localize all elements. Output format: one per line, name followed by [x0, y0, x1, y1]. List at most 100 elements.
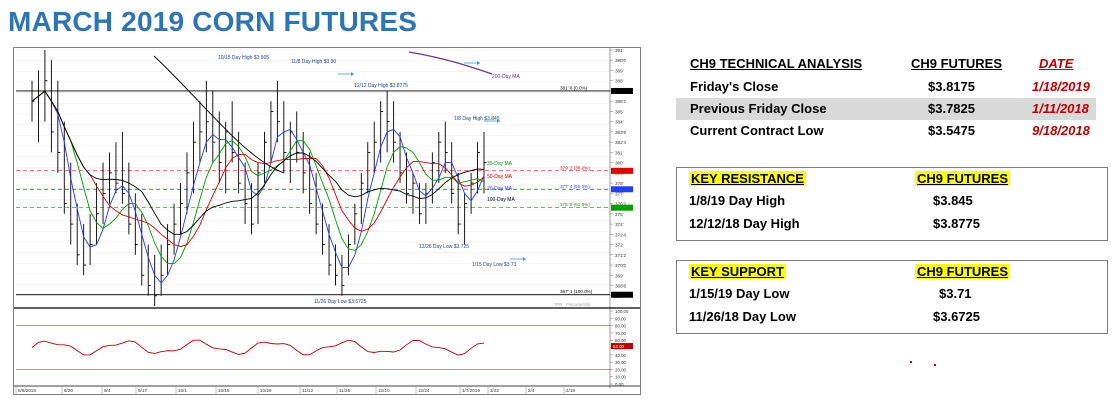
x-tick-label: 9/17	[138, 388, 147, 393]
ma-label: 35-Day MA	[487, 161, 513, 167]
price-tick-label: 381'	[615, 150, 624, 155]
price-tick-label: 368'6	[615, 284, 627, 289]
price-tick-label: 378'	[615, 181, 624, 186]
price-tick-label: 374'	[615, 222, 624, 227]
price-tick-label: 372'	[615, 243, 624, 248]
row-date: 1/11/2018	[1032, 101, 1089, 116]
ma-label: 50-Day MA	[487, 174, 513, 180]
annotation-arrow-head	[351, 72, 354, 76]
table-row: Previous Friday Close $3.7825 1/11/2018	[676, 98, 1096, 120]
table-row: 12/12/18 Day High $3.8775	[677, 213, 1105, 235]
annotation-arrow-head	[523, 257, 526, 261]
resistance-header: KEY RESISTANCE	[689, 171, 806, 186]
table-row: 11/26/18 Day Low $3.6725	[677, 306, 1105, 328]
price-tick-label: 369'	[615, 273, 624, 278]
row-label: 11/26/18 Day Low	[689, 309, 796, 324]
price-tick-label: 372'4	[615, 232, 627, 237]
price-tick-label: 375'	[615, 212, 624, 217]
annotation-label: 12/26 Day Low $3.725	[419, 244, 469, 250]
row-price: $3.6725	[933, 309, 980, 324]
col-header-futures: CH9 FUTURES	[911, 56, 1003, 71]
row-date: 1/18/2019	[1032, 79, 1090, 94]
row-price: $3.71	[939, 286, 972, 301]
row-label: Current Contract Low	[690, 123, 824, 138]
oscillator-value: 52.00	[613, 344, 625, 349]
technical-analysis-table: CH9 TECHNICAL ANALYSIS CH9 FUTURES DATE …	[676, 56, 1100, 146]
table-row: 1/15/19 Day Low $3.71	[677, 283, 1105, 305]
x-tick-label: 12/10	[378, 388, 390, 393]
price-tick-label: 386'2	[615, 99, 627, 104]
oscillator-tick-label: 40.00	[615, 353, 627, 358]
reference-marker	[611, 87, 633, 94]
annotation-label: 1/15 Day Low $3.71	[472, 262, 517, 268]
price-tick-label: 388'	[615, 79, 624, 84]
row-price: $3.8775	[933, 216, 980, 231]
x-tick-label: 12/24	[418, 388, 430, 393]
oscillator-tick-label: 80.00	[615, 324, 627, 329]
reference-marker	[611, 167, 633, 174]
table-row: Friday's Close $3.8175 1/18/2019	[690, 76, 1110, 98]
reference-line-label: 367' 1 (100.0%)	[560, 289, 593, 294]
reference-line-label: 381' 6 (0.0%)	[560, 85, 588, 90]
support-header: KEY SUPPORT	[689, 264, 786, 279]
oscillator-tick-label: 100.00	[615, 309, 629, 314]
table-row: 1/8/19 Day High $3.845	[677, 190, 1105, 212]
x-tick-label: 11/12	[302, 388, 314, 393]
reference-line-label: 377' 4 (50.0%)	[560, 184, 590, 189]
price-tick-label: 390'0	[615, 58, 627, 63]
chart-svg: 391'390'0389'388'387'386'2385'384'383'63…	[14, 48, 640, 394]
row-label: 1/8/19 Day High	[689, 193, 786, 208]
reference-marker	[611, 186, 633, 193]
x-tick-label: 2/4	[528, 388, 535, 393]
oscillator-tick-label: 10.00	[615, 375, 627, 380]
table-row: Current Contract Low $3.5475 9/18/2018	[690, 120, 1110, 142]
row-price: $3.845	[933, 193, 973, 208]
x-tick-label: 8/20	[64, 388, 73, 393]
reference-marker	[611, 291, 633, 298]
row-label: Friday's Close	[690, 79, 779, 94]
row-label: 1/15/19 Day Low	[689, 286, 790, 301]
x-tick-label: 11/26	[339, 388, 351, 393]
page-title: MARCH 2019 CORN FUTURES	[8, 6, 418, 37]
annotation-arrow-head	[477, 61, 480, 65]
x-tick-label: 10/29	[260, 388, 272, 393]
reference-marker	[611, 204, 633, 211]
x-tick-label: 2/19	[566, 388, 575, 393]
oscillator-tick-label: 30.00	[615, 360, 627, 365]
reference-line-label: 379' 2 (38.2%)	[560, 165, 590, 170]
row-label: 12/12/18 Day High	[689, 216, 800, 231]
annotation-label: 10/15 Day High $3.905	[218, 55, 269, 61]
support-futures-header: CH9 FUTURES	[915, 264, 1011, 279]
col-header-date: DATE	[1039, 56, 1074, 71]
price-tick-label: 370'0	[615, 263, 627, 268]
oscillator-tick-label: 20.00	[615, 367, 627, 372]
price-tick-label: 385'	[615, 109, 624, 114]
resistance-futures-header: CH9 FUTURES	[915, 171, 1011, 186]
price-tick-label: 384'	[615, 120, 624, 125]
row-price: $3.7825	[928, 101, 975, 116]
price-tick-label: 380'	[615, 161, 624, 166]
row-date: 9/18/2018	[1032, 123, 1090, 138]
key-support-table: KEY SUPPORT CH9 FUTURES 1/15/19 Day Low …	[676, 260, 1108, 334]
x-tick-label: 9/4	[104, 388, 111, 393]
col-header-analysis: CH9 TECHNICAL ANALYSIS	[690, 56, 863, 71]
price-tick-label: 391'	[615, 48, 624, 53]
oscillator-line	[31, 339, 485, 356]
row-price: $3.5475	[928, 123, 975, 138]
oscillator-tick-label: 60.00	[615, 338, 627, 343]
ma-label: 20-Day MA	[487, 186, 513, 192]
annotation-label: 11/26 Day Low $3.6725	[314, 299, 367, 305]
x-tick-label: 1/22	[490, 388, 499, 393]
reference-line-label: 375' 6 (61.8%)	[560, 202, 590, 207]
x-tick-label: 10/1	[178, 388, 187, 393]
annotation-label: 11/8 Day High $3.90	[291, 59, 336, 65]
watermark-label: TPR · Pinnacle/Info	[554, 302, 591, 307]
row-price: $3.8175	[928, 79, 975, 94]
price-tick-label: 383'6	[615, 130, 627, 135]
price-tick-label: 371'2	[615, 253, 627, 258]
candlestick-chart: 391'390'0389'388'387'386'2385'384'383'63…	[13, 47, 641, 395]
oscillator-tick-label: 90.00	[615, 316, 627, 321]
ma-label: 100-Day MA	[487, 197, 515, 203]
row-label: Previous Friday Close	[690, 101, 827, 116]
annotation-label: 12/12 Day High $3.8775	[354, 83, 408, 89]
